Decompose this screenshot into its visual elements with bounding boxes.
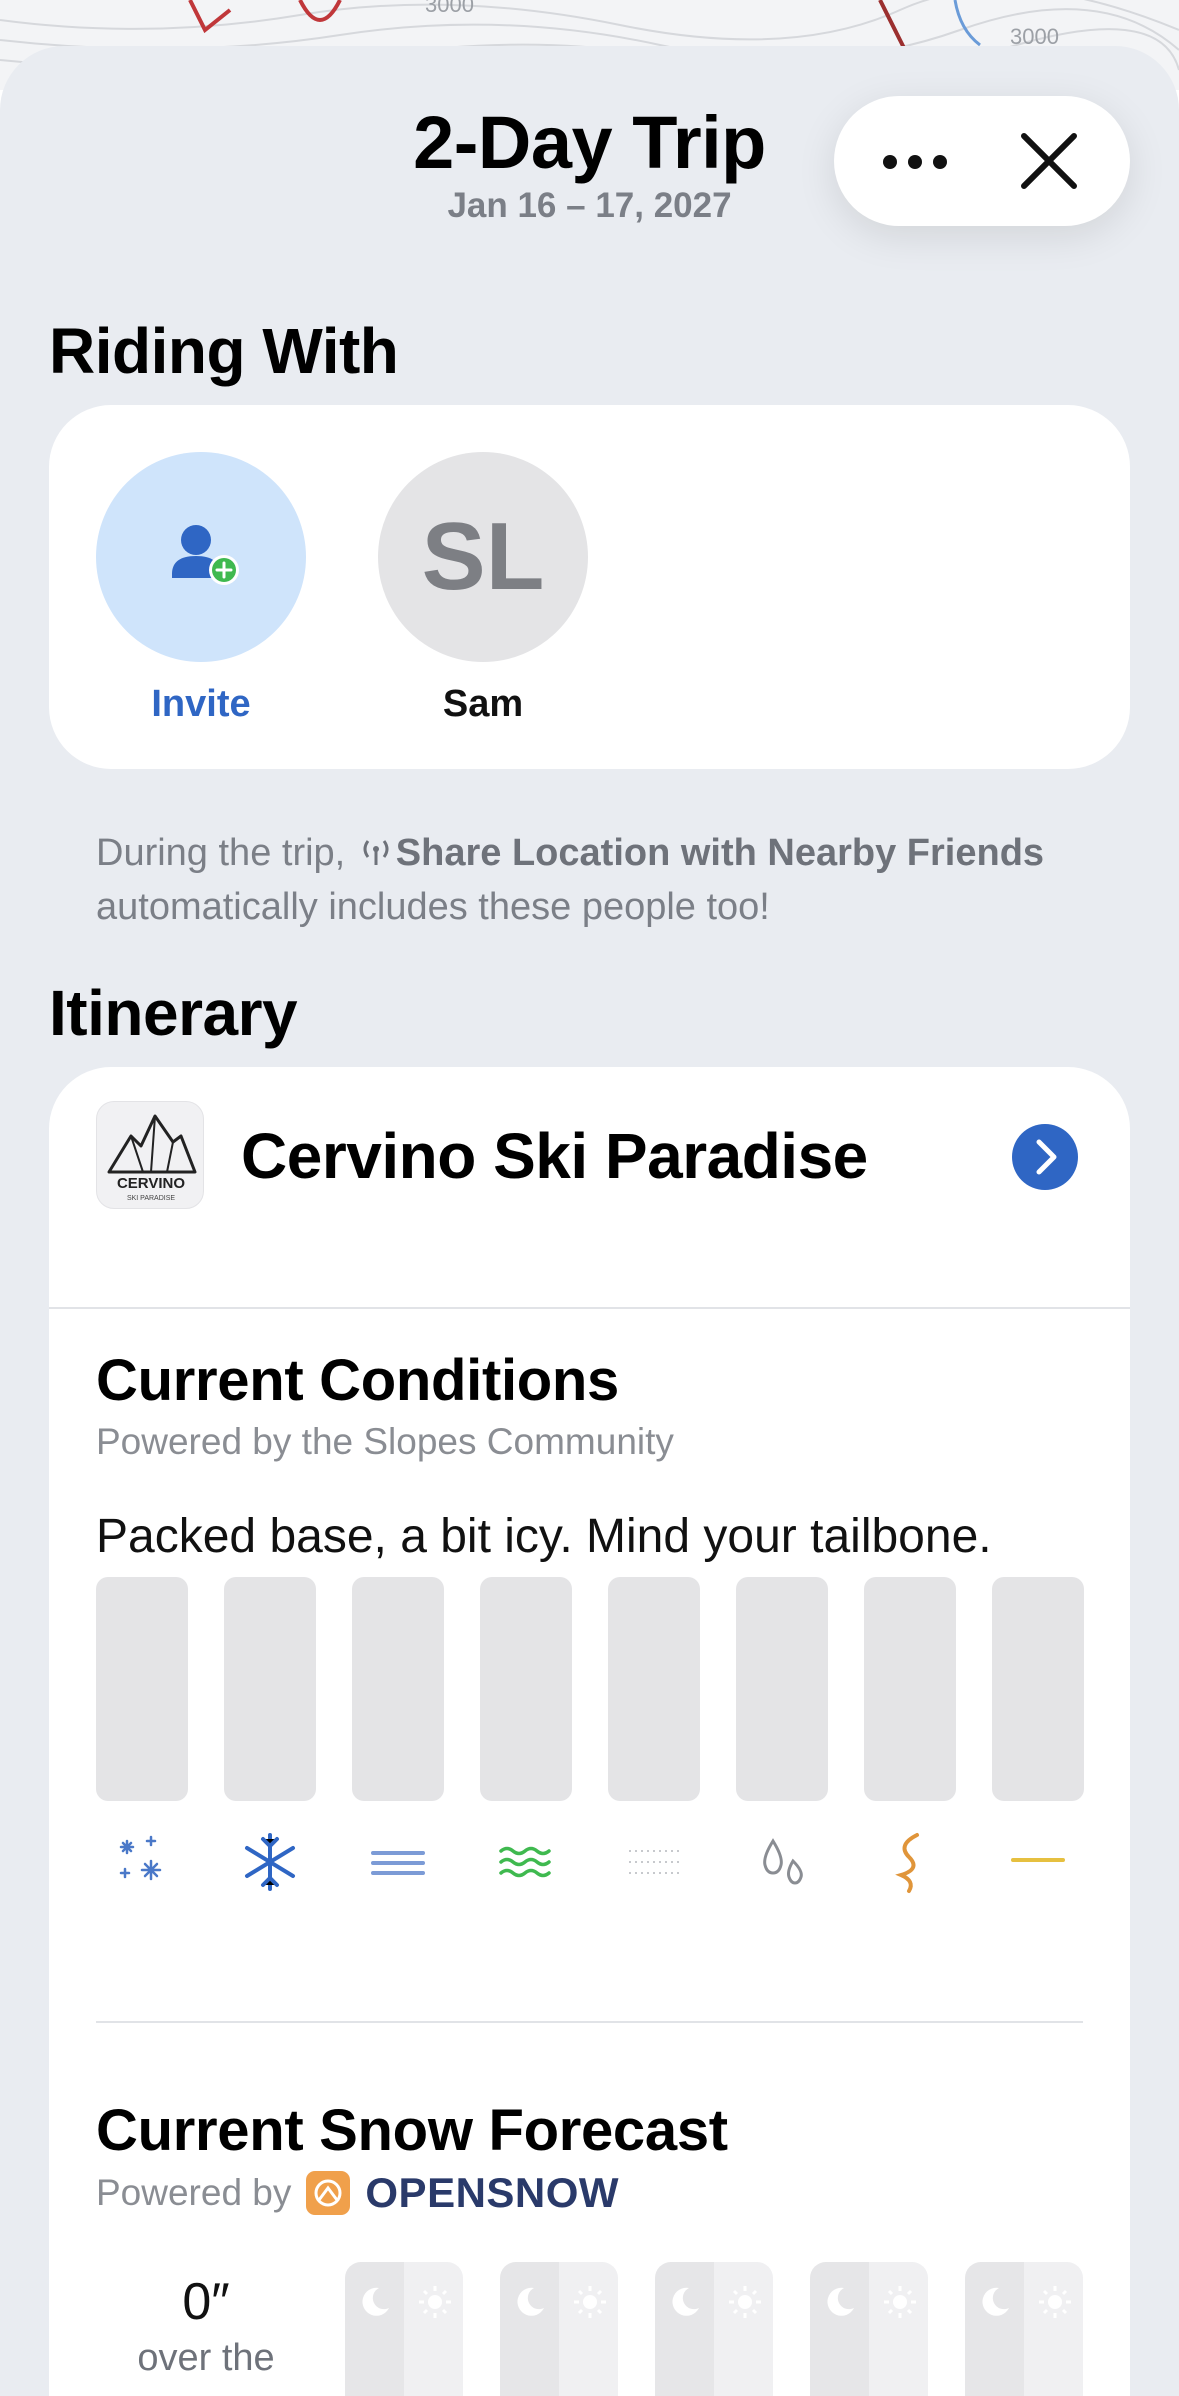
opensnow-logo-icon [306, 2171, 351, 2215]
groomed-icon [371, 1851, 425, 1875]
note-suffix: automatically includes these people too! [96, 886, 770, 928]
opensnow-brand: OPENSNOW [365, 2169, 620, 2216]
logo-text: CERVINO [117, 1175, 185, 1192]
condition-bar[interactable] [864, 1577, 956, 1801]
map-elevation-label: 3000 [425, 0, 474, 17]
invite-label[interactable]: Invite [71, 683, 331, 726]
avatar-initials: SL [421, 503, 545, 610]
condition-bar[interactable] [736, 1577, 828, 1801]
moon-icon [362, 2287, 389, 2316]
forecast-caption-prefix: Powered by [96, 2172, 292, 2213]
condition-bar[interactable] [352, 1577, 444, 1801]
moon-icon [672, 2287, 699, 2316]
note-prefix: During the trip, [96, 832, 356, 874]
snow-total-label: over the [137, 2337, 275, 2379]
riding-with-card: Invite SL Sam [49, 405, 1130, 769]
person-name: Sam [442, 683, 524, 725]
sun-icon [574, 2286, 606, 2318]
forecast-day-column[interactable] [965, 2262, 1083, 2396]
snow-total-value: 0″ [182, 2273, 230, 2331]
forecast-day-column[interactable] [500, 2262, 618, 2396]
close-icon[interactable] [1014, 126, 1084, 196]
riding-with-title: Riding With [49, 315, 399, 387]
resort-logo: CERVINO SKI PARADISE [96, 1101, 204, 1209]
snowflake-icon [245, 1833, 295, 1891]
person-add-icon [172, 525, 239, 585]
sun-icon [419, 2286, 451, 2318]
dotted-icon [629, 1850, 679, 1874]
conditions-title: Current Conditions [96, 1348, 620, 1413]
share-location-note: During the trip, Share Location with Nea… [96, 826, 1116, 934]
condition-bar[interactable] [608, 1577, 700, 1801]
ellipsis-icon[interactable] [870, 132, 960, 192]
sun-icon [1039, 2286, 1071, 2318]
wavy-icon [499, 1846, 551, 1878]
conditions-caption: Powered by the Slopes Community [96, 1421, 674, 1462]
conditions-report: Packed base, a bit icy. Mind your tailbo… [96, 1510, 992, 1563]
mountain-logo-icon: CERVINO SKI PARADISE [107, 1114, 197, 1202]
moon-icon [517, 2287, 544, 2316]
forecast-title: Current Snow Forecast [96, 2098, 728, 2163]
condition-bar[interactable] [480, 1577, 572, 1801]
powder-icon [119, 1835, 162, 1881]
itinerary-card: CERVINO SKI PARADISE Cervino Ski Paradis… [49, 1067, 1130, 2396]
avatar-sam[interactable]: SL [378, 452, 588, 662]
divider [49, 1307, 1130, 1309]
ice-line-icon [1011, 1858, 1065, 1862]
itinerary-title: Itinerary [49, 977, 298, 1049]
trip-sheet: 2-Day Trip Jan 16 – 17, 2027 Riding With… [0, 46, 1179, 2396]
logo-subtext: SKI PARADISE [127, 1195, 175, 1202]
divider [96, 2021, 1083, 2023]
forecast-day-column[interactable] [810, 2262, 928, 2396]
condition-bar[interactable] [96, 1577, 188, 1801]
forecast-day-column[interactable] [655, 2262, 773, 2396]
wet-drops-icon [763, 1838, 803, 1885]
invite-button[interactable] [96, 452, 306, 662]
sun-icon [884, 2286, 916, 2318]
resort-name[interactable]: Cervino Ski Paradise [241, 1119, 868, 1193]
header-actions [834, 96, 1130, 226]
moon-icon [827, 2287, 854, 2316]
forecast-day-column[interactable] [345, 2262, 463, 2396]
broadcast-icon [363, 840, 389, 865]
chevron-right-icon [1036, 1139, 1057, 1175]
slush-icon [895, 1833, 919, 1893]
note-bold: Share Location with Nearby Friends [395, 832, 1045, 874]
condition-bar[interactable] [224, 1577, 316, 1801]
resort-detail-button[interactable] [1012, 1124, 1078, 1190]
condition-bar[interactable] [992, 1577, 1084, 1801]
sun-icon [729, 2286, 761, 2318]
forecast-caption: Powered by OPENSNOW [96, 2169, 619, 2217]
moon-icon [982, 2287, 1009, 2316]
